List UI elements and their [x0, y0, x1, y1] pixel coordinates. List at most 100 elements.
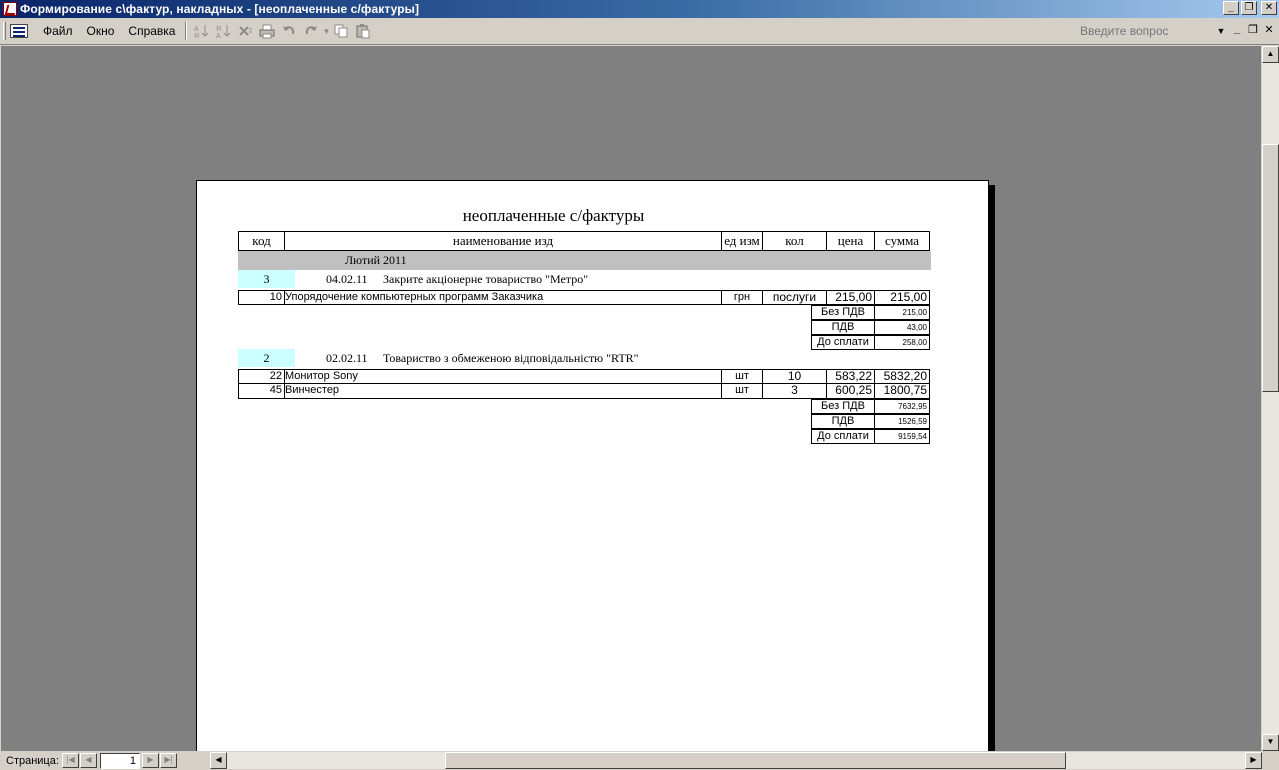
redo-dropdown-icon[interactable]: ▼	[322, 21, 331, 41]
sort-ascending-icon[interactable]: AЯ	[190, 21, 212, 41]
svg-text:A: A	[194, 26, 199, 33]
print-preview-area: неоплаченные с/фактуры код наименование …	[1, 46, 1261, 751]
vertical-scroll-thumb[interactable]	[1262, 144, 1279, 392]
document-minimize-button[interactable]: _	[1231, 23, 1243, 36]
scroll-up-icon[interactable]: ▲	[1262, 46, 1279, 63]
horizontal-scrollbar[interactable]: ◀ ▶	[210, 752, 1262, 769]
col-header-name: наименование изд	[285, 232, 722, 250]
svg-text:A: A	[216, 33, 221, 39]
total-row-vat: ПДВ 1526,59	[811, 414, 930, 429]
paste-icon[interactable]	[352, 21, 374, 41]
invoice-header: 2 02.02.11 Товариство з обмеженою відпов…	[238, 349, 931, 367]
column-headers: код наименование изд ед изм кол цена сум…	[238, 231, 930, 251]
svg-text:Я: Я	[216, 26, 221, 33]
cell-name: Монитор Sony	[284, 369, 721, 384]
cell-sum: 1800,75	[874, 384, 930, 399]
total-value: 9159,54	[874, 429, 930, 444]
cell-code: 22	[238, 369, 284, 384]
scroll-left-icon[interactable]: ◀	[210, 752, 227, 769]
delete-icon[interactable]	[234, 21, 256, 41]
vertical-scrollbar[interactable]: ▲ ▼	[1262, 46, 1279, 751]
page-number-input[interactable]: 1	[100, 752, 140, 769]
cell-name: Упорядочение компьютерных программ Заказ…	[284, 290, 721, 305]
svg-text:Я: Я	[194, 33, 199, 39]
total-label: Без ПДВ	[811, 305, 874, 320]
menu-file[interactable]: Файл	[36, 21, 80, 41]
next-page-icon[interactable]: ▶	[142, 753, 159, 768]
cell-unit: шт	[721, 369, 762, 384]
minimize-button[interactable]: _	[1223, 1, 1239, 15]
copy-icon[interactable]	[330, 21, 352, 41]
cell-name: Винчестер	[284, 384, 721, 399]
invoice-date: 04.02.11	[326, 272, 368, 286]
month-group-header: Лютий 2011	[238, 251, 931, 270]
total-row-net: Без ПДВ 7632,95	[811, 399, 930, 414]
table-row: 10 Упорядочение компьютерных программ За…	[238, 290, 930, 305]
invoice-header: 3 04.02.11 Закрите акціонерне товариство…	[238, 270, 931, 288]
cell-price: 215,00	[826, 290, 874, 305]
first-page-icon[interactable]: |◀	[62, 753, 79, 768]
invoice-number: 2	[238, 349, 295, 367]
table-row: 45 Винчестер шт 3 600,25 1800,75	[238, 384, 930, 399]
title-bar: Формирование с\фактур, накладных - [неоп…	[0, 0, 1279, 18]
access-window: Формирование с\фактур, накладных - [неоп…	[0, 0, 1279, 770]
report-icon[interactable]	[10, 24, 28, 38]
total-label: ПДВ	[811, 320, 874, 335]
scroll-down-icon[interactable]: ▼	[1262, 734, 1279, 751]
invoice-client: Закрите акціонерне товариство "Метро"	[383, 272, 589, 286]
report-title: неоплаченные с/фактуры	[462, 206, 645, 225]
invoice-date: 02.02.11	[326, 351, 368, 365]
sort-descending-icon[interactable]: ЯA	[212, 21, 234, 41]
menu-window[interactable]: Окно	[80, 21, 122, 41]
page-shadow	[989, 185, 995, 751]
horizontal-scroll-thumb[interactable]	[445, 752, 1066, 769]
document-close-button[interactable]: ✕	[1263, 23, 1275, 36]
menu-bar: Файл Окно Справка AЯ ЯA ▼ ▼	[0, 18, 1279, 45]
window-controls: _ ❐ ✕	[1223, 1, 1277, 15]
last-page-icon[interactable]: ▶|	[160, 753, 177, 768]
cell-sum: 5832,20	[874, 369, 930, 384]
total-value: 7632,95	[874, 399, 930, 414]
chevron-down-icon[interactable]: ▼	[1214, 26, 1228, 36]
cell-price: 600,25	[826, 384, 874, 399]
ask-question-input[interactable]	[1076, 22, 1214, 40]
total-value: 43,00	[874, 320, 930, 335]
toolbar-separator	[185, 22, 188, 40]
ask-question-box: ▼	[1076, 21, 1228, 41]
toolbar-grip[interactable]	[3, 22, 6, 40]
total-value: 1526,59	[874, 414, 930, 429]
redo-icon[interactable]	[300, 21, 322, 41]
cell-qty: 10	[762, 369, 826, 384]
total-row-due: До сплати 258,00	[811, 335, 930, 350]
total-row-due: До сплати 9159,54	[811, 429, 930, 444]
cell-unit: грн	[721, 290, 762, 305]
total-label: До сплати	[811, 335, 874, 350]
total-value: 215,00	[874, 305, 930, 320]
menu-help[interactable]: Справка	[121, 21, 182, 41]
cell-qty: 3	[762, 384, 826, 399]
col-header-qty: кол	[763, 232, 827, 250]
invoice-number: 3	[238, 270, 295, 288]
print-icon[interactable]	[256, 21, 278, 41]
record-navigation-bar: Страница: |◀ ◀ 1 ▶ ▶| ◀ ▶	[0, 751, 1279, 770]
cell-code: 45	[238, 384, 284, 399]
scroll-right-icon[interactable]: ▶	[1245, 752, 1262, 769]
access-app-icon[interactable]	[3, 2, 17, 16]
cell-code: 10	[238, 290, 284, 305]
table-row: 22 Монитор Sony шт 10 583,22 5832,20	[238, 369, 930, 384]
document-restore-button[interactable]: ❐	[1247, 23, 1259, 36]
previous-page-icon[interactable]: ◀	[80, 753, 97, 768]
undo-icon[interactable]	[278, 21, 300, 41]
close-button[interactable]: ✕	[1261, 1, 1277, 15]
col-header-sum: сумма	[884, 233, 920, 248]
cell-unit: шт	[721, 384, 762, 399]
total-label: Без ПДВ	[811, 399, 874, 414]
report-page[interactable]: неоплаченные с/фактуры код наименование …	[196, 180, 989, 751]
invoice-client: Товариство з обмеженою відповідальністю …	[383, 351, 639, 365]
total-row-vat: ПДВ 43,00	[811, 320, 930, 335]
restore-button[interactable]: ❐	[1241, 1, 1257, 15]
cell-qty: послуги	[762, 290, 826, 305]
cell-price: 583,22	[826, 369, 874, 384]
total-value: 258,00	[874, 335, 930, 350]
cell-sum: 215,00	[874, 290, 930, 305]
